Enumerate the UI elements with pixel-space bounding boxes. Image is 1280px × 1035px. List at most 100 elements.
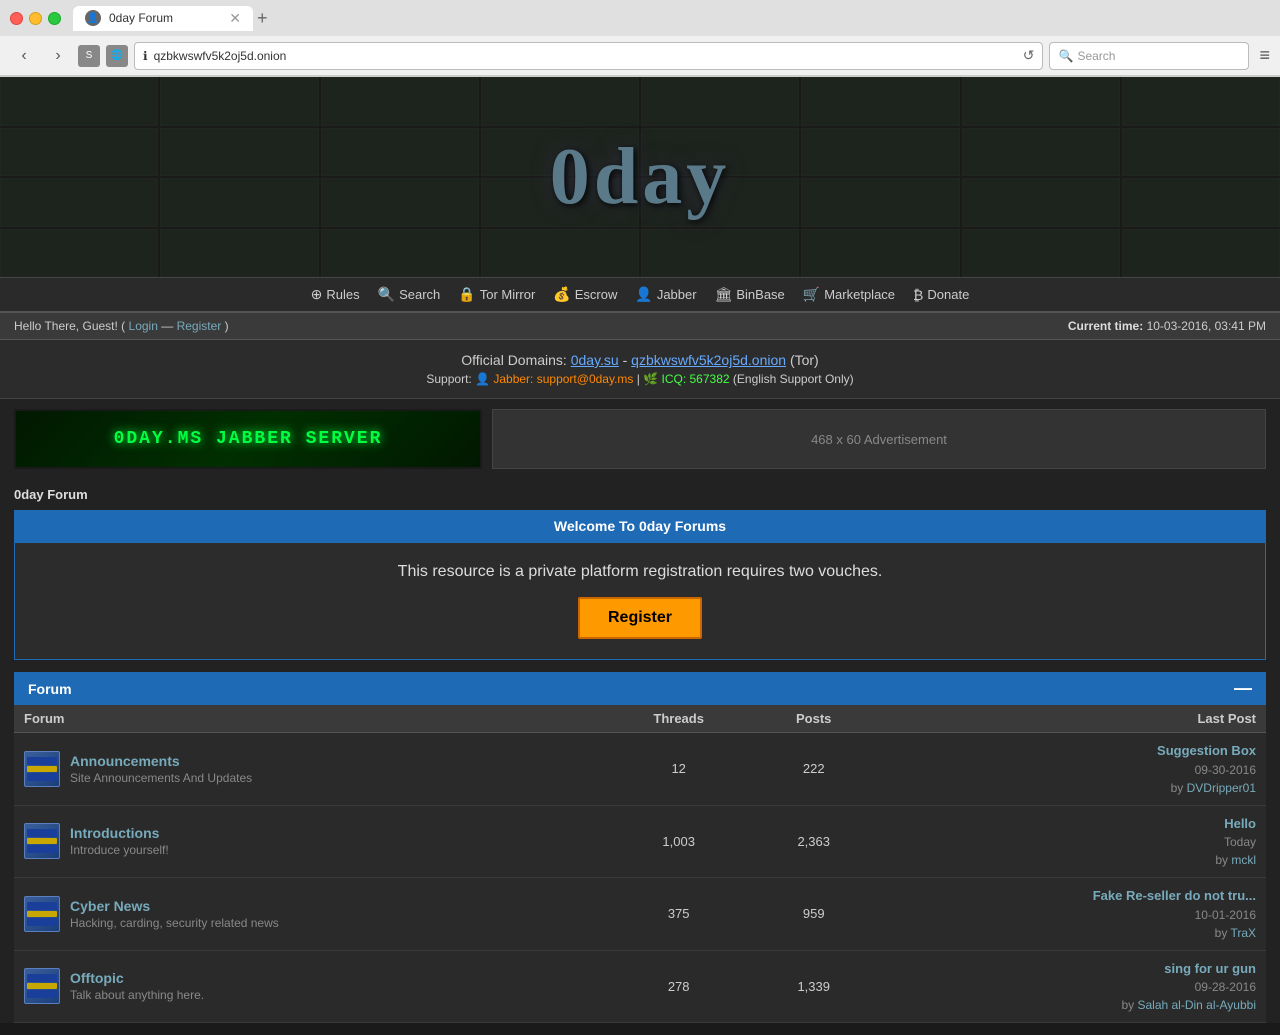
tab-title: 0day Forum bbox=[109, 11, 173, 25]
extension-icon-1[interactable]: S bbox=[78, 45, 100, 67]
donate-icon: ₿ bbox=[913, 287, 923, 303]
site-logo[interactable]: 0day bbox=[550, 137, 731, 217]
new-tab-button[interactable]: + bbox=[257, 8, 268, 29]
forum-name-link[interactable]: Introductions bbox=[70, 825, 159, 841]
last-post-author[interactable]: DVDripper01 bbox=[1187, 781, 1256, 795]
forum-section-header: Forum — bbox=[14, 672, 1266, 705]
forum-icon bbox=[24, 823, 60, 859]
forum-table-header-row: Forum Threads Posts Last Post bbox=[14, 705, 1266, 733]
site-logo-text: 0day bbox=[550, 137, 731, 217]
domain2-link[interactable]: qzbkwswfv5k2oj5d.onion bbox=[631, 352, 786, 368]
last-post-title[interactable]: Hello bbox=[883, 814, 1256, 834]
posts-count: 222 bbox=[754, 733, 873, 806]
threads-count: 375 bbox=[603, 878, 754, 951]
last-post-author[interactable]: TraX bbox=[1230, 926, 1256, 940]
forum-table-body: Announcements Site Announcements And Upd… bbox=[14, 733, 1266, 1023]
banner-advertisement[interactable]: 468 x 60 Advertisement bbox=[492, 409, 1266, 469]
forum-section-title: Forum bbox=[28, 681, 72, 697]
last-post-title[interactable]: Fake Re-seller do not tru... bbox=[883, 886, 1256, 906]
reload-button[interactable]: ↺ bbox=[1023, 47, 1035, 64]
col-header-last-post: Last Post bbox=[873, 705, 1266, 733]
tab-close-button[interactable]: ✕ bbox=[229, 10, 241, 27]
site-header: 0day bbox=[0, 77, 1280, 277]
close-window-button[interactable] bbox=[10, 12, 23, 25]
official-domains: Official Domains: 0day.su - qzbkwswfv5k2… bbox=[12, 352, 1268, 368]
forum-cell: Offtopic Talk about anything here. bbox=[14, 950, 603, 1023]
last-post-title[interactable]: Suggestion Box bbox=[883, 741, 1256, 761]
minimize-window-button[interactable] bbox=[29, 12, 42, 25]
login-link[interactable]: Login bbox=[129, 319, 158, 333]
jabber-support-label: Jabber: bbox=[493, 372, 533, 386]
url-bar[interactable]: ℹ qzbkwswfv5k2oj5d.onion ↺ bbox=[134, 42, 1043, 70]
forum-table-container: Forum — Forum Threads Posts Last Post bbox=[14, 672, 1266, 1023]
nav-item-search[interactable]: 🔍 Search bbox=[372, 284, 447, 305]
forum-icon bbox=[24, 968, 60, 1004]
browser-titlebar: 👤 0day Forum ✕ + bbox=[0, 0, 1280, 36]
security-icon: ℹ bbox=[143, 49, 148, 63]
forum-icon bbox=[24, 751, 60, 787]
back-button[interactable]: ‹ bbox=[10, 42, 38, 70]
welcome-header: Welcome To 0day Forums bbox=[554, 518, 726, 534]
col-header-forum: Forum bbox=[14, 705, 603, 733]
icq-number: 567382 bbox=[690, 372, 730, 386]
tor-icon: 🔒 bbox=[458, 286, 475, 303]
breadcrumb-bar: 0day Forum bbox=[0, 479, 1280, 510]
threads-count: 1,003 bbox=[603, 805, 754, 878]
site-content: Hello There, Guest! ( Login — Register )… bbox=[0, 313, 1280, 1023]
nav-label-donate: Donate bbox=[927, 287, 969, 302]
nav-item-rules[interactable]: ⊕ Rules bbox=[305, 284, 366, 305]
maximize-window-button[interactable] bbox=[48, 12, 61, 25]
search-placeholder: Search bbox=[1077, 49, 1115, 63]
official-label: Official Domains: bbox=[461, 352, 567, 368]
nav-item-marketplace[interactable]: 🛒 Marketplace bbox=[797, 284, 901, 305]
forum-name-link[interactable]: Offtopic bbox=[70, 970, 124, 986]
forum-icon bbox=[24, 896, 60, 932]
domain-dash: - bbox=[623, 352, 632, 368]
table-row: Introductions Introduce yourself! 1,003 … bbox=[14, 805, 1266, 878]
browser-search-bar[interactable]: 🔍 Search bbox=[1049, 42, 1249, 70]
hello-text: Hello There, Guest! ( bbox=[14, 319, 125, 333]
domain1-link[interactable]: 0day.su bbox=[571, 352, 619, 368]
last-post-author[interactable]: mckl bbox=[1231, 853, 1256, 867]
forum-info: Cyber News Hacking, carding, security re… bbox=[70, 898, 279, 930]
posts-count: 959 bbox=[754, 878, 873, 951]
col-header-posts: Posts bbox=[754, 705, 873, 733]
table-row: Offtopic Talk about anything here. 278 1… bbox=[14, 950, 1266, 1023]
last-post-title[interactable]: sing for ur gun bbox=[883, 959, 1256, 979]
jabber-address: support@0day.ms bbox=[537, 372, 634, 386]
nav-item-tor-mirror[interactable]: 🔒 Tor Mirror bbox=[452, 284, 541, 305]
banner-ad-text: 468 x 60 Advertisement bbox=[811, 432, 947, 447]
forum-cell: Introductions Introduce yourself! bbox=[14, 805, 603, 878]
close-paren: ) bbox=[225, 319, 229, 333]
register-link[interactable]: Register bbox=[177, 319, 222, 333]
url-text[interactable]: qzbkwswfv5k2oj5d.onion bbox=[154, 49, 1017, 63]
browser-toolbar: ‹ › S 🌐 ℹ qzbkwswfv5k2oj5d.onion ↺ 🔍 Sea… bbox=[0, 36, 1280, 76]
browser-tab[interactable]: 👤 0day Forum ✕ bbox=[73, 6, 253, 31]
nav-item-escrow[interactable]: 💰 Escrow bbox=[547, 284, 623, 305]
threads-count: 12 bbox=[603, 733, 754, 806]
last-post-cell: Hello Today by mckl bbox=[873, 805, 1266, 878]
forum-info: Announcements Site Announcements And Upd… bbox=[70, 753, 252, 785]
forum-name-link[interactable]: Cyber News bbox=[70, 898, 150, 914]
forward-button[interactable]: › bbox=[44, 42, 72, 70]
extension-icon-2[interactable]: 🌐 bbox=[106, 45, 128, 67]
register-button[interactable]: Register bbox=[578, 597, 702, 639]
nav-item-donate[interactable]: ₿ Donate bbox=[907, 285, 975, 305]
icq-label: ICQ: bbox=[661, 372, 686, 386]
guest-greeting: Hello There, Guest! ( Login — Register ) bbox=[14, 319, 229, 333]
nav-item-binbase[interactable]: 🏛 BinBase bbox=[709, 284, 791, 305]
last-post-author[interactable]: Salah al-Din al-Ayubbi bbox=[1137, 998, 1256, 1012]
breadcrumb: 0day Forum bbox=[14, 487, 88, 502]
forum-name-link[interactable]: Announcements bbox=[70, 753, 180, 769]
last-post-by: by DVDripper01 bbox=[883, 779, 1256, 797]
nav-item-jabber[interactable]: 👤 Jabber bbox=[629, 284, 702, 305]
browser-menu-button[interactable]: ≡ bbox=[1259, 45, 1270, 66]
jabber-ad-banner[interactable]: 0day.ms Jabber Server bbox=[14, 409, 482, 469]
current-time: Current time: 10-03-2016, 03:41 PM bbox=[1068, 319, 1266, 333]
forum-collapse-button[interactable]: — bbox=[1234, 678, 1252, 699]
welcome-body-text: This resource is a private platform regi… bbox=[35, 563, 1245, 581]
forum-description: Talk about anything here. bbox=[70, 988, 204, 1002]
welcome-banner: Welcome To 0day Forums bbox=[14, 510, 1266, 542]
ad-row: 0day.ms Jabber Server 468 x 60 Advertise… bbox=[0, 399, 1280, 479]
browser-chrome: 👤 0day Forum ✕ + ‹ › S 🌐 ℹ qzbkwswfv5k2o… bbox=[0, 0, 1280, 77]
